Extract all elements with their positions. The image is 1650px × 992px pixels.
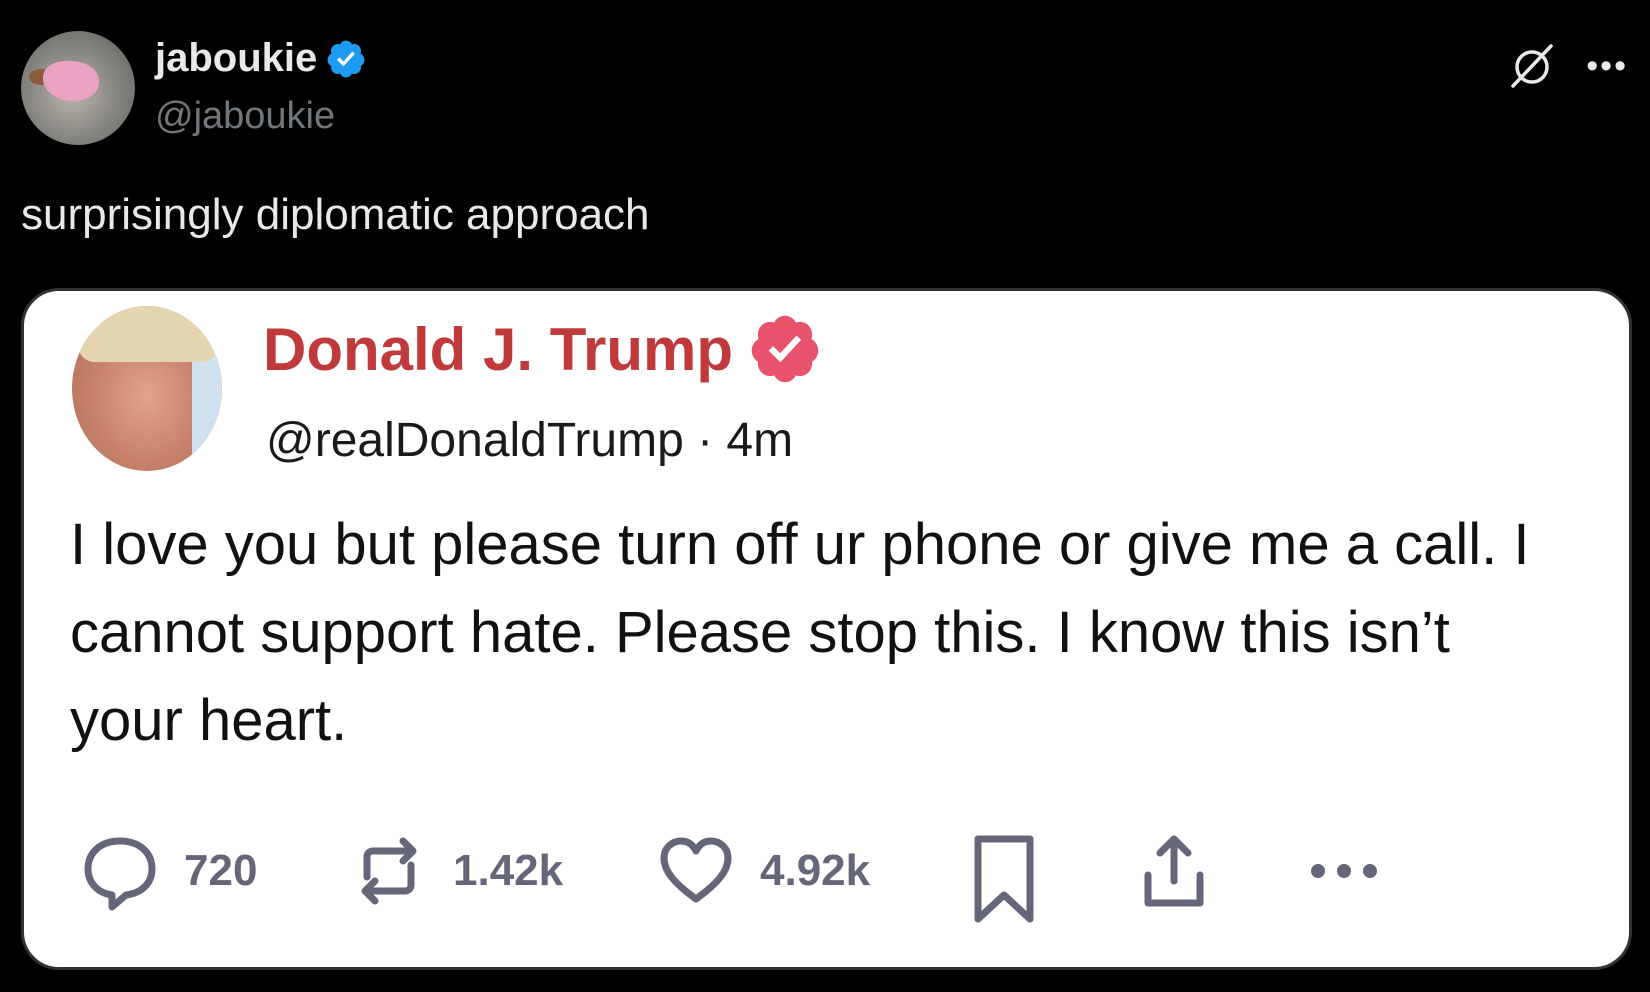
share-action <box>1134 831 1214 911</box>
like-count: 4.92k <box>760 846 871 895</box>
bookmark-icon <box>974 835 1034 923</box>
embedded-name: Donald J. Trump <box>263 315 734 383</box>
top-actions: ••• <box>1506 40 1628 92</box>
embedded-handle-time: @realDonaldTrump · 4m <box>266 414 794 467</box>
more-horizontal-icon <box>1311 864 1377 878</box>
retweet-action: 1.42k <box>349 831 563 911</box>
embedded-name-row: Donald J. Trump <box>263 311 823 387</box>
retweet-count: 1.42k <box>453 846 564 895</box>
bookmark-action <box>964 831 1044 927</box>
reply-action: 720 <box>80 831 257 911</box>
embedded-avatar <box>72 306 222 471</box>
more-action <box>1304 831 1384 911</box>
like-action: 4.92k <box>656 831 870 911</box>
author-name[interactable]: jaboukie <box>155 36 317 81</box>
reply-count: 720 <box>184 846 258 895</box>
share-icon <box>1144 835 1204 907</box>
reply-icon <box>84 837 156 911</box>
post-text: surprisingly diplomatic approach <box>21 190 650 239</box>
verified-badge-icon <box>751 315 819 383</box>
author-handle[interactable]: @jaboukie <box>155 95 335 138</box>
retweet-icon <box>361 837 417 905</box>
author-name-row[interactable]: jaboukie <box>155 36 367 81</box>
grok-icon[interactable] <box>1506 40 1558 92</box>
tweet-screenshot: jaboukie @jaboukie ••• surprisingly dipl… <box>0 0 1650 992</box>
author-avatar[interactable] <box>21 31 135 145</box>
embedded-action-bar: 720 1.42k 4.92k <box>24 831 1629 923</box>
heart-icon <box>660 837 732 903</box>
verified-badge-icon <box>327 40 365 77</box>
embedded-post-text: I love you but please turn off ur phone … <box>70 512 1530 753</box>
embedded-screenshot-card[interactable]: Donald J. Trump @realDonaldTrump · 4m I … <box>21 288 1632 970</box>
more-options-icon[interactable]: ••• <box>1586 49 1628 83</box>
